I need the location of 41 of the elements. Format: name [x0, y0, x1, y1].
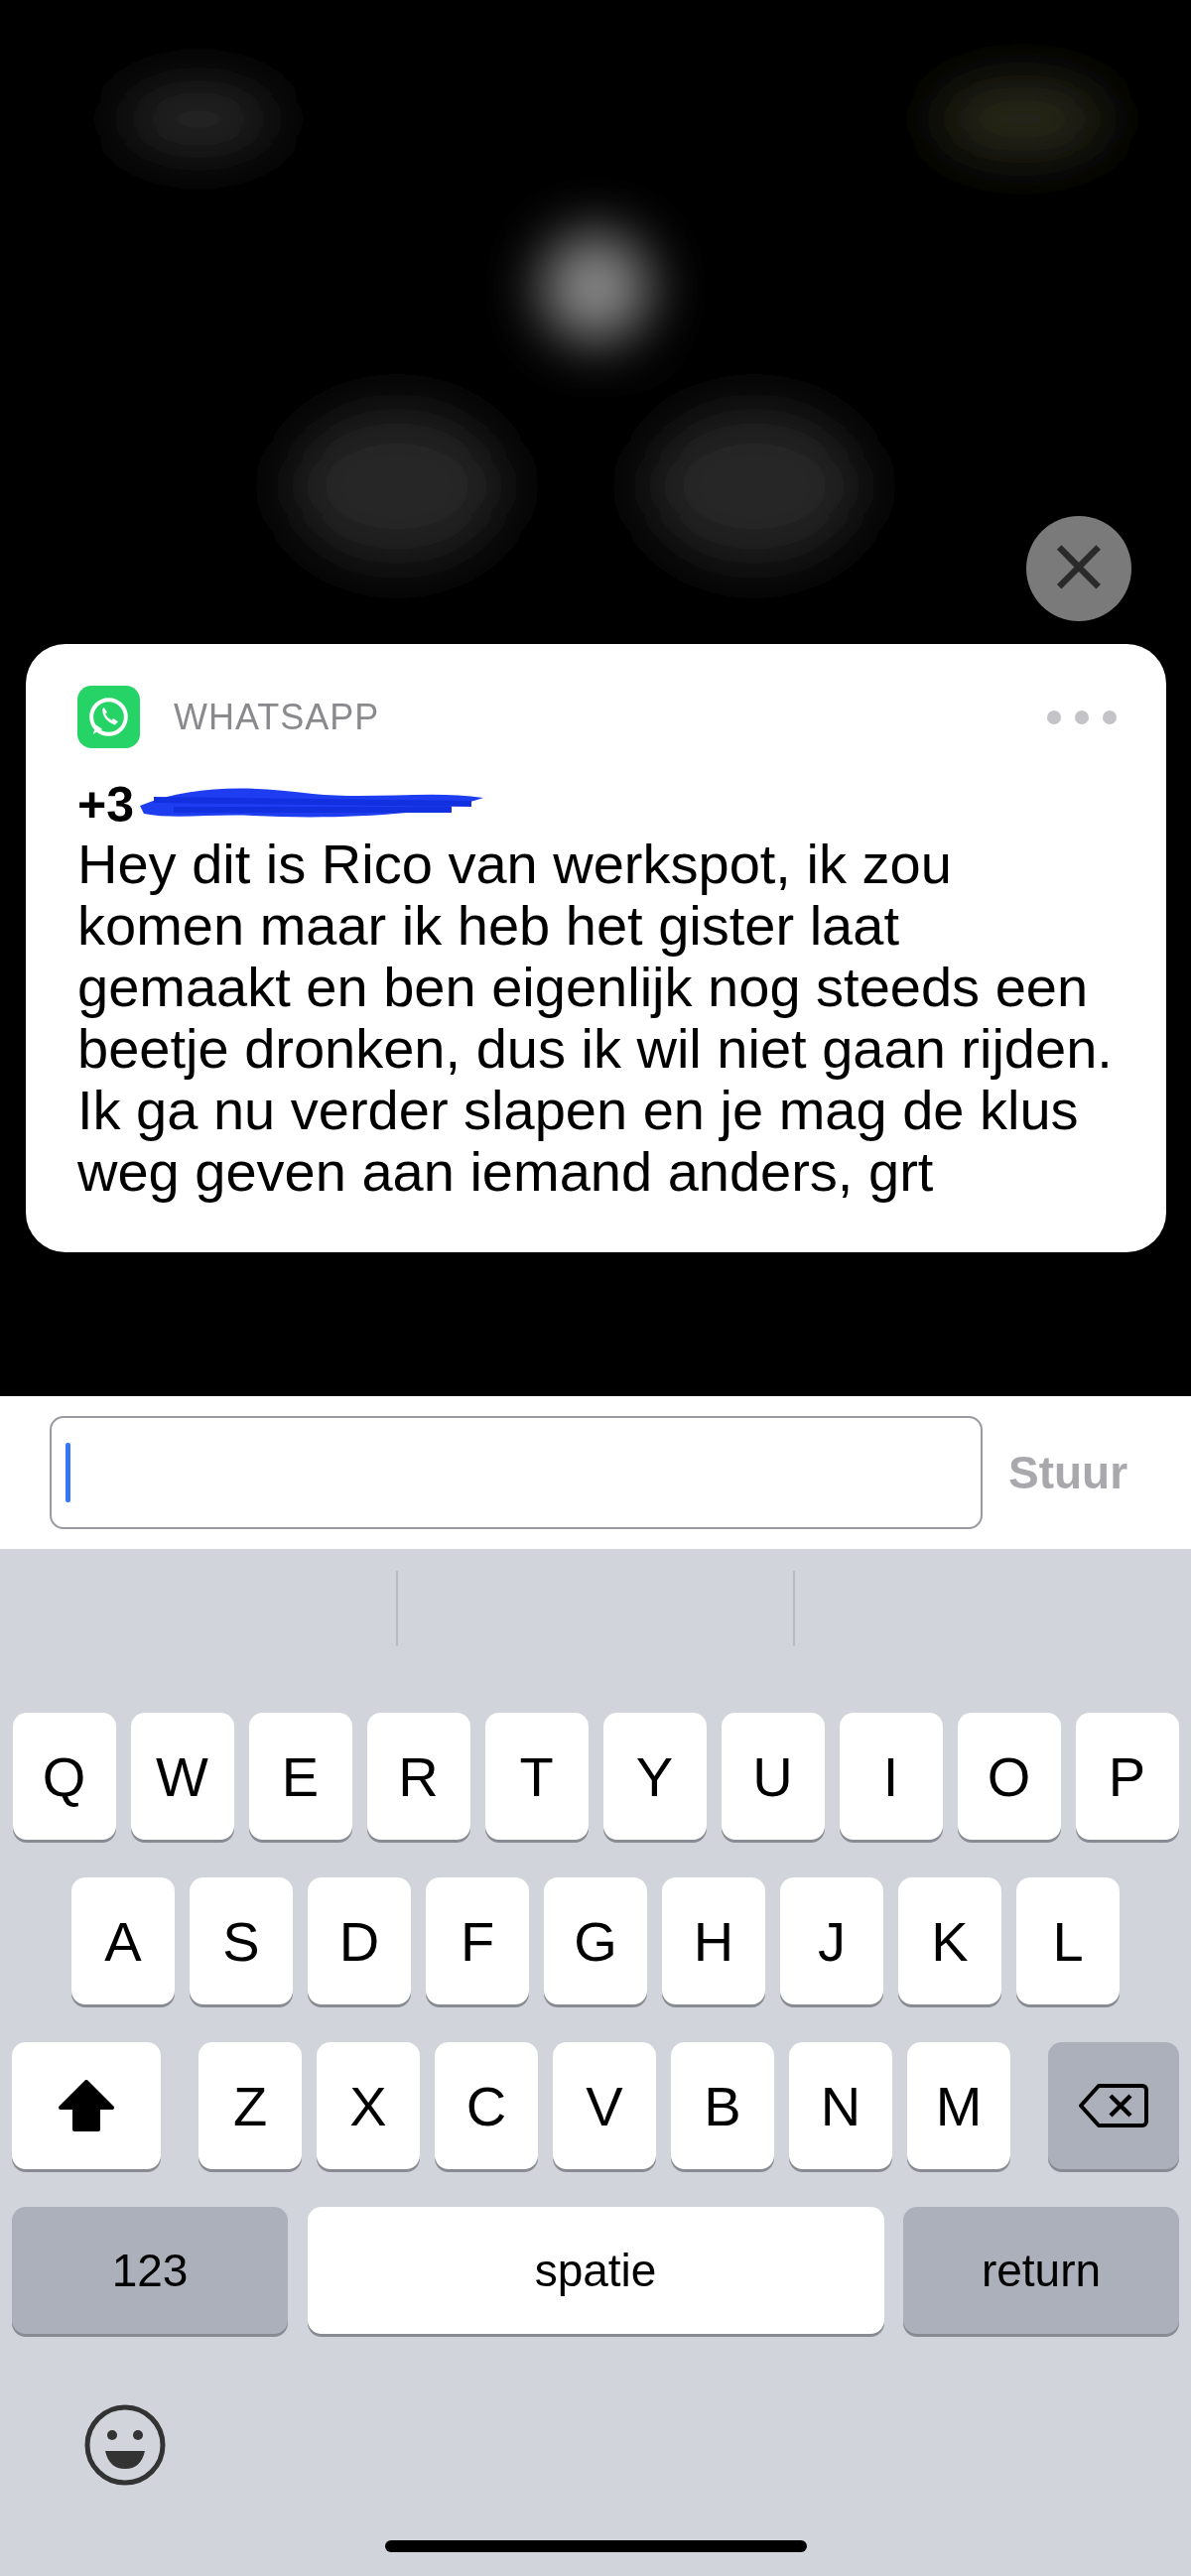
- key[interactable]: R: [366, 1713, 470, 1840]
- backspace-key[interactable]: [1048, 2042, 1179, 2169]
- shift-key[interactable]: [12, 2042, 161, 2169]
- key[interactable]: F: [426, 1877, 529, 2004]
- key[interactable]: L: [1016, 1877, 1120, 2004]
- shift-icon: [59, 2080, 114, 2131]
- emoji-icon[interactable]: [83, 2403, 167, 2487]
- key[interactable]: S: [190, 1877, 293, 2004]
- key[interactable]: U: [721, 1713, 825, 1840]
- app-name: WHATSAPP: [174, 696, 381, 738]
- key[interactable]: A: [71, 1877, 175, 2004]
- sender-number: +3: [77, 776, 134, 834]
- key[interactable]: N: [789, 2042, 892, 2169]
- key[interactable]: Y: [602, 1713, 707, 1840]
- backspace-icon: [1079, 2082, 1148, 2129]
- key[interactable]: D: [308, 1877, 411, 2004]
- key[interactable]: Q: [12, 1713, 116, 1840]
- numbers-key[interactable]: 123: [12, 2207, 288, 2334]
- reply-field[interactable]: [50, 1416, 983, 1529]
- notification-card[interactable]: [26, 644, 1166, 1252]
- key[interactable]: M: [907, 2042, 1010, 2169]
- key[interactable]: W: [130, 1713, 234, 1840]
- key[interactable]: Z: [198, 2042, 302, 2169]
- key[interactable]: G: [544, 1877, 647, 2004]
- key[interactable]: V: [553, 2042, 656, 2169]
- key[interactable]: P: [1075, 1713, 1179, 1840]
- key[interactable]: H: [662, 1877, 765, 2004]
- return-key[interactable]: return: [903, 2207, 1179, 2334]
- space-key[interactable]: spatie: [307, 2207, 884, 2334]
- key[interactable]: I: [839, 1713, 943, 1840]
- key[interactable]: X: [317, 2042, 420, 2169]
- key[interactable]: T: [484, 1713, 589, 1840]
- key[interactable]: C: [435, 2042, 538, 2169]
- text-cursor: [66, 1443, 70, 1502]
- key[interactable]: E: [248, 1713, 352, 1840]
- key[interactable]: K: [898, 1877, 1001, 2004]
- key[interactable]: B: [671, 2042, 774, 2169]
- key[interactable]: J: [780, 1877, 883, 2004]
- chat-app-icon: [77, 686, 140, 748]
- message-text: Hey dit is Rico van werkspot, ik zou komen maar ik heb het gister laat gemaakt en ben eigenlijk nog steeds een beetje dronken, dus ik wil niet gaan rijden. Ik ga nu verder slapen en je mag de klus weg geven aan iemand anders, grt: [77, 834, 1114, 1203]
- key[interactable]: O: [957, 1713, 1061, 1840]
